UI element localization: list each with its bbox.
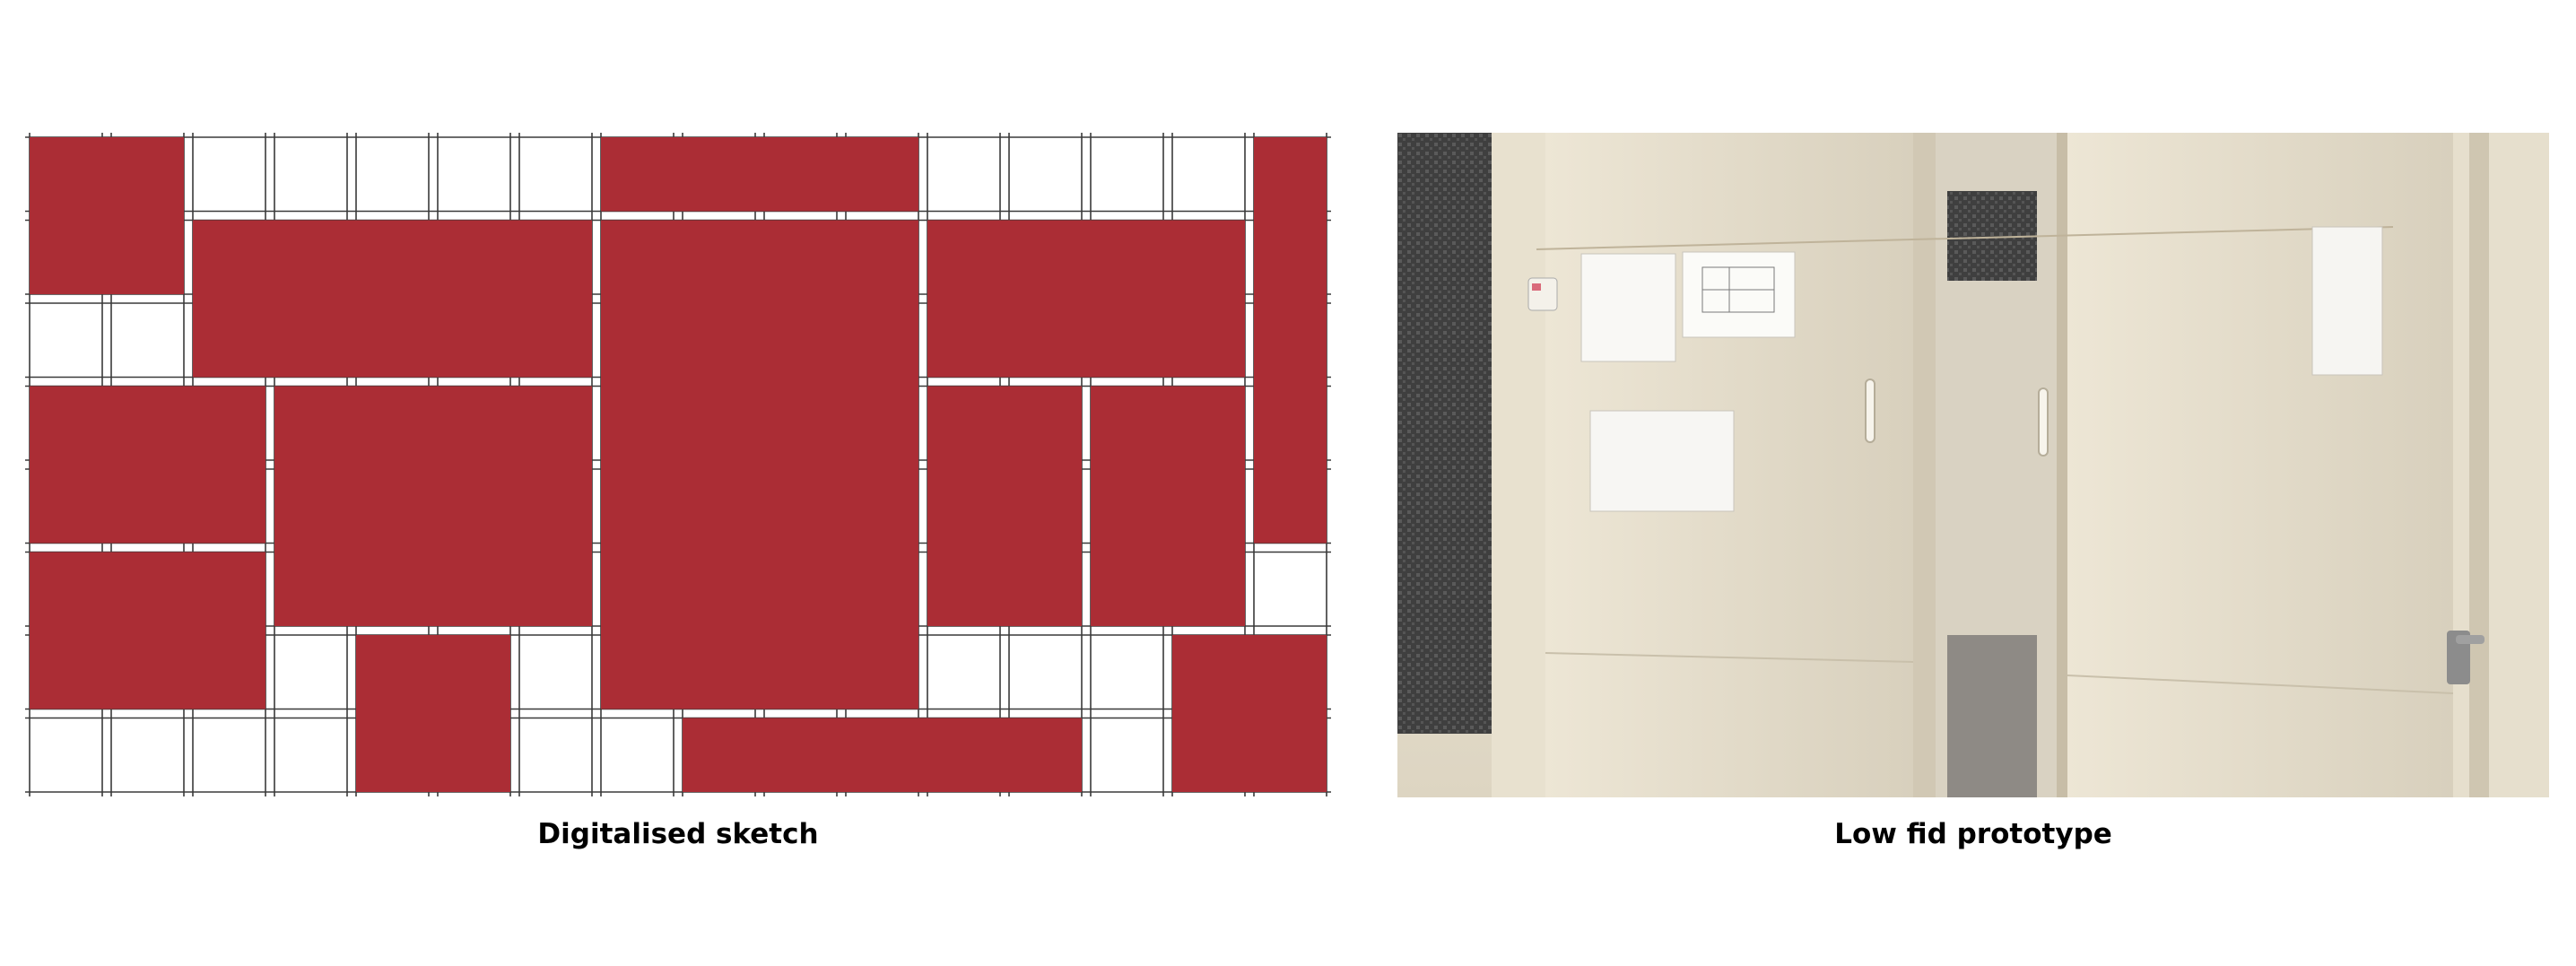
right-cabinet-door	[2067, 133, 2453, 797]
caption-low-fid-prototype: Low fid prototype	[1834, 818, 2112, 850]
sketch-block	[1091, 386, 1245, 626]
sketch-block	[601, 220, 918, 709]
sketch-grid-image	[25, 133, 1331, 796]
hallway-photo	[1397, 133, 2549, 797]
right-wall	[2453, 133, 2549, 797]
sketch-block	[683, 718, 1082, 792]
low-fid-prototype-photo	[1397, 133, 2549, 797]
sketch-block	[30, 386, 265, 544]
sensor-box	[1527, 277, 1558, 311]
paper-sketch-1	[1580, 253, 1676, 362]
door-handle-right	[2038, 387, 2049, 457]
paper-sketch-4	[2311, 226, 2383, 376]
paper-sketch-3	[1589, 410, 1735, 512]
sketch-block	[927, 220, 1245, 378]
mirror-floor	[1947, 635, 2037, 797]
right-door-frame	[2469, 133, 2489, 797]
digitalised-sketch	[25, 133, 1331, 796]
sketch-block	[30, 137, 184, 294]
door-frame	[1913, 133, 1936, 797]
paper-sketch-2	[1682, 251, 1796, 338]
window-frame	[1492, 133, 1545, 797]
sensor-light	[1532, 283, 1541, 291]
tiled-window	[1397, 133, 1492, 734]
door-lever	[2456, 635, 2485, 644]
sketch-block	[30, 552, 265, 709]
sketch-block	[193, 220, 592, 378]
caption-digitalised-sketch: Digitalised sketch	[537, 818, 819, 850]
door-handle-left	[1865, 379, 1875, 443]
sketch-block	[1254, 137, 1327, 544]
sketch-block	[274, 386, 592, 626]
sketch-block	[1172, 635, 1327, 792]
sketch-block	[356, 635, 510, 792]
mirror-edge	[2057, 133, 2067, 797]
sketch-block	[927, 386, 1082, 626]
sketch-block	[601, 137, 918, 212]
